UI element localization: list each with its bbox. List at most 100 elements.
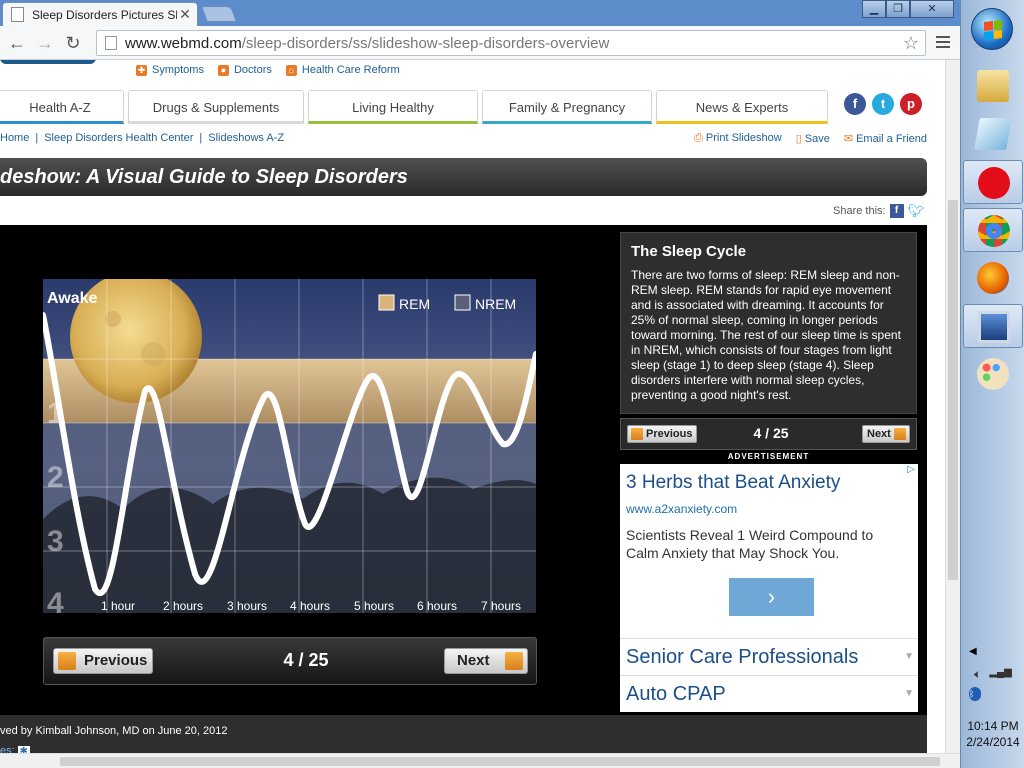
x-label-2: 2 hours xyxy=(163,599,203,613)
breadcrumb-sleep-disorders[interactable]: Sleep Disorders Health Center xyxy=(44,132,193,144)
breadcrumb-sep-icon: | xyxy=(35,132,39,144)
nav-tab-news-experts[interactable]: News & Experts xyxy=(656,90,828,124)
previous-button[interactable]: Previous xyxy=(53,648,153,674)
taskbar-explorer[interactable] xyxy=(963,64,1023,108)
caption-slide-counter: 4 / 25 xyxy=(753,425,789,441)
legend-nrem-swatch xyxy=(454,294,471,311)
taskbar-chrome[interactable] xyxy=(963,208,1023,252)
print-icon: ⎙ xyxy=(694,132,703,144)
previous-label: Previous xyxy=(84,652,148,669)
bookmark-icon: ▯ xyxy=(795,133,802,145)
tab-title: Sleep Disorders Pictures Sl xyxy=(32,7,177,22)
taskbar-paint[interactable] xyxy=(963,352,1023,396)
pinterest-icon[interactable]: p xyxy=(900,93,922,115)
caption-panel: The Sleep Cycle There are two forms of s… xyxy=(620,232,917,414)
legend-rem-swatch xyxy=(378,294,395,311)
tray-expand-icon[interactable]: ◀ xyxy=(961,646,1024,657)
browser-toolbar: ← → ↻ www.webmd.com/sleep-disorders/ss/s… xyxy=(0,26,960,60)
nav-tab-living-healthy[interactable]: Living Healthy xyxy=(308,90,478,124)
caption-heading: The Sleep Cycle xyxy=(631,243,747,260)
vertical-scrollbar[interactable] xyxy=(945,60,960,753)
chevron-down-icon: ▼ xyxy=(904,651,914,662)
email-label: Email a Friend xyxy=(856,133,927,145)
close-window-icon[interactable]: ✕ xyxy=(910,0,954,18)
caption-next-label: Next xyxy=(867,428,891,440)
caption-navigation: Previous 4 / 25 Next xyxy=(620,418,917,450)
menu-icon[interactable] xyxy=(936,36,950,51)
ad-link-senior-care[interactable]: Senior Care Professionals ▼ xyxy=(620,638,918,675)
start-button[interactable] xyxy=(971,8,1013,50)
notepad-icon xyxy=(974,118,1012,150)
caption-body: There are two forms of sleep: REM sleep … xyxy=(631,268,901,402)
taskbar-airtel[interactable] xyxy=(963,160,1023,204)
ad-description: Scientists Reveal 1 Weird Compound to Ca… xyxy=(626,527,874,561)
share-twitter-icon[interactable]: 🐦︎ xyxy=(908,203,925,219)
nav-tab-health-az[interactable]: Health A-Z xyxy=(0,90,124,124)
reviewed-by: ved by Kimball Johnson, MD on June 20, 2… xyxy=(0,725,228,737)
system-tray: ◀ 🔈︎ ▂▄▆ ᛒ xyxy=(961,646,1024,701)
doctors-icon: ● xyxy=(217,64,229,76)
url-path: /sleep-disorders/ss/slideshow-sleep-diso… xyxy=(241,34,610,52)
taskbar-remote-desktop[interactable] xyxy=(963,304,1023,348)
stage-label-4: 4 xyxy=(47,587,64,613)
taskbar: ◀ 🔈︎ ▂▄▆ ᛒ 10:14 PM 2/24/2014 xyxy=(960,0,1024,768)
scroll-thumb[interactable] xyxy=(60,757,940,766)
nav-tab-drugs[interactable]: Drugs & Supplements xyxy=(128,90,304,124)
network-signal-icon[interactable]: ▂▄▆ xyxy=(989,667,1011,682)
email-friend-link[interactable]: ✉ Email a Friend xyxy=(844,132,927,145)
health-care-reform-link[interactable]: ⌂ Health Care Reform xyxy=(285,64,400,76)
forward-icon[interactable]: → xyxy=(34,32,56,54)
legend-nrem-label: NREM xyxy=(475,296,516,312)
ad-link-auto-cpap-label: Auto CPAP xyxy=(626,683,726,705)
reload-icon[interactable]: ↻ xyxy=(62,32,84,54)
breadcrumb-home[interactable]: Home xyxy=(0,132,29,144)
address-bar[interactable]: www.webmd.com/sleep-disorders/ss/slidesh… xyxy=(96,30,926,56)
tab-active[interactable]: Sleep Disorders Pictures Sl ✕ xyxy=(2,2,198,26)
bluetooth-icon[interactable]: ᛒ xyxy=(961,686,1024,701)
breadcrumb-sep-icon: | xyxy=(199,132,203,144)
twitter-icon[interactable]: t xyxy=(872,93,894,115)
ad-unit[interactable]: ▷ 3 Herbs that Beat Anxiety www.a2xanxie… xyxy=(620,464,918,712)
taskbar-notepad[interactable] xyxy=(963,112,1023,156)
caption-previous-button[interactable]: Previous xyxy=(627,425,697,443)
ad-headline[interactable]: 3 Herbs that Beat Anxiety xyxy=(626,472,840,494)
ad-choices-icon[interactable]: ▷ xyxy=(904,464,918,478)
taskbar-firefox[interactable] xyxy=(963,256,1023,300)
ad-link-auto-cpap[interactable]: Auto CPAP ▼ xyxy=(620,675,918,712)
bookmark-star-icon[interactable]: ☆ xyxy=(903,33,919,54)
breadcrumb-slideshows[interactable]: Slideshows A-Z xyxy=(208,132,284,144)
share-facebook-icon[interactable]: f xyxy=(889,204,904,218)
caption-next-button[interactable]: Next xyxy=(862,425,910,443)
back-icon[interactable]: ← xyxy=(6,32,28,54)
page-title: deshow: A Visual Guide to Sleep Disorder… xyxy=(0,158,927,196)
clock[interactable]: 10:14 PM 2/24/2014 xyxy=(961,718,1024,750)
scroll-thumb[interactable] xyxy=(948,200,958,580)
ad-url[interactable]: www.a2xanxiety.com xyxy=(626,502,737,516)
window-controls: ▁ ❐ ✕ xyxy=(862,0,954,18)
save-label: Save xyxy=(804,133,830,145)
doctors-link[interactable]: ● Doctors xyxy=(217,64,272,76)
nav-tab-family-pregnancy[interactable]: Family & Pregnancy xyxy=(482,90,652,124)
facebook-icon[interactable]: f xyxy=(844,93,866,115)
social-links: f t p xyxy=(844,93,922,115)
symptoms-icon: ✚ xyxy=(136,64,147,76)
webmd-logo[interactable] xyxy=(0,60,96,64)
next-button[interactable]: Next xyxy=(444,648,528,674)
page-icon xyxy=(11,7,24,22)
minimize-icon[interactable]: ▁ xyxy=(862,0,886,18)
close-tab-icon[interactable]: ✕ xyxy=(177,6,193,23)
save-link[interactable]: ▯ Save xyxy=(796,132,830,145)
health-care-reform-label: Health Care Reform xyxy=(301,64,400,76)
windows-logo-icon xyxy=(984,20,1002,40)
stage-label-2: 2 xyxy=(47,461,64,494)
horizontal-scrollbar[interactable] xyxy=(0,753,960,768)
new-tab-button[interactable] xyxy=(201,6,237,22)
maximize-icon[interactable]: ❐ xyxy=(886,0,910,18)
symptoms-label: Symptoms xyxy=(152,64,204,76)
volume-muted-icon[interactable]: 🔈︎ xyxy=(974,667,981,682)
ad-go-button[interactable]: › xyxy=(729,578,814,616)
url-domain: www.webmd.com xyxy=(125,34,242,52)
page-icon xyxy=(105,36,117,50)
symptoms-link[interactable]: ✚ Symptoms xyxy=(136,64,204,76)
print-slideshow-link[interactable]: ⎙ Print Slideshow xyxy=(694,132,782,145)
